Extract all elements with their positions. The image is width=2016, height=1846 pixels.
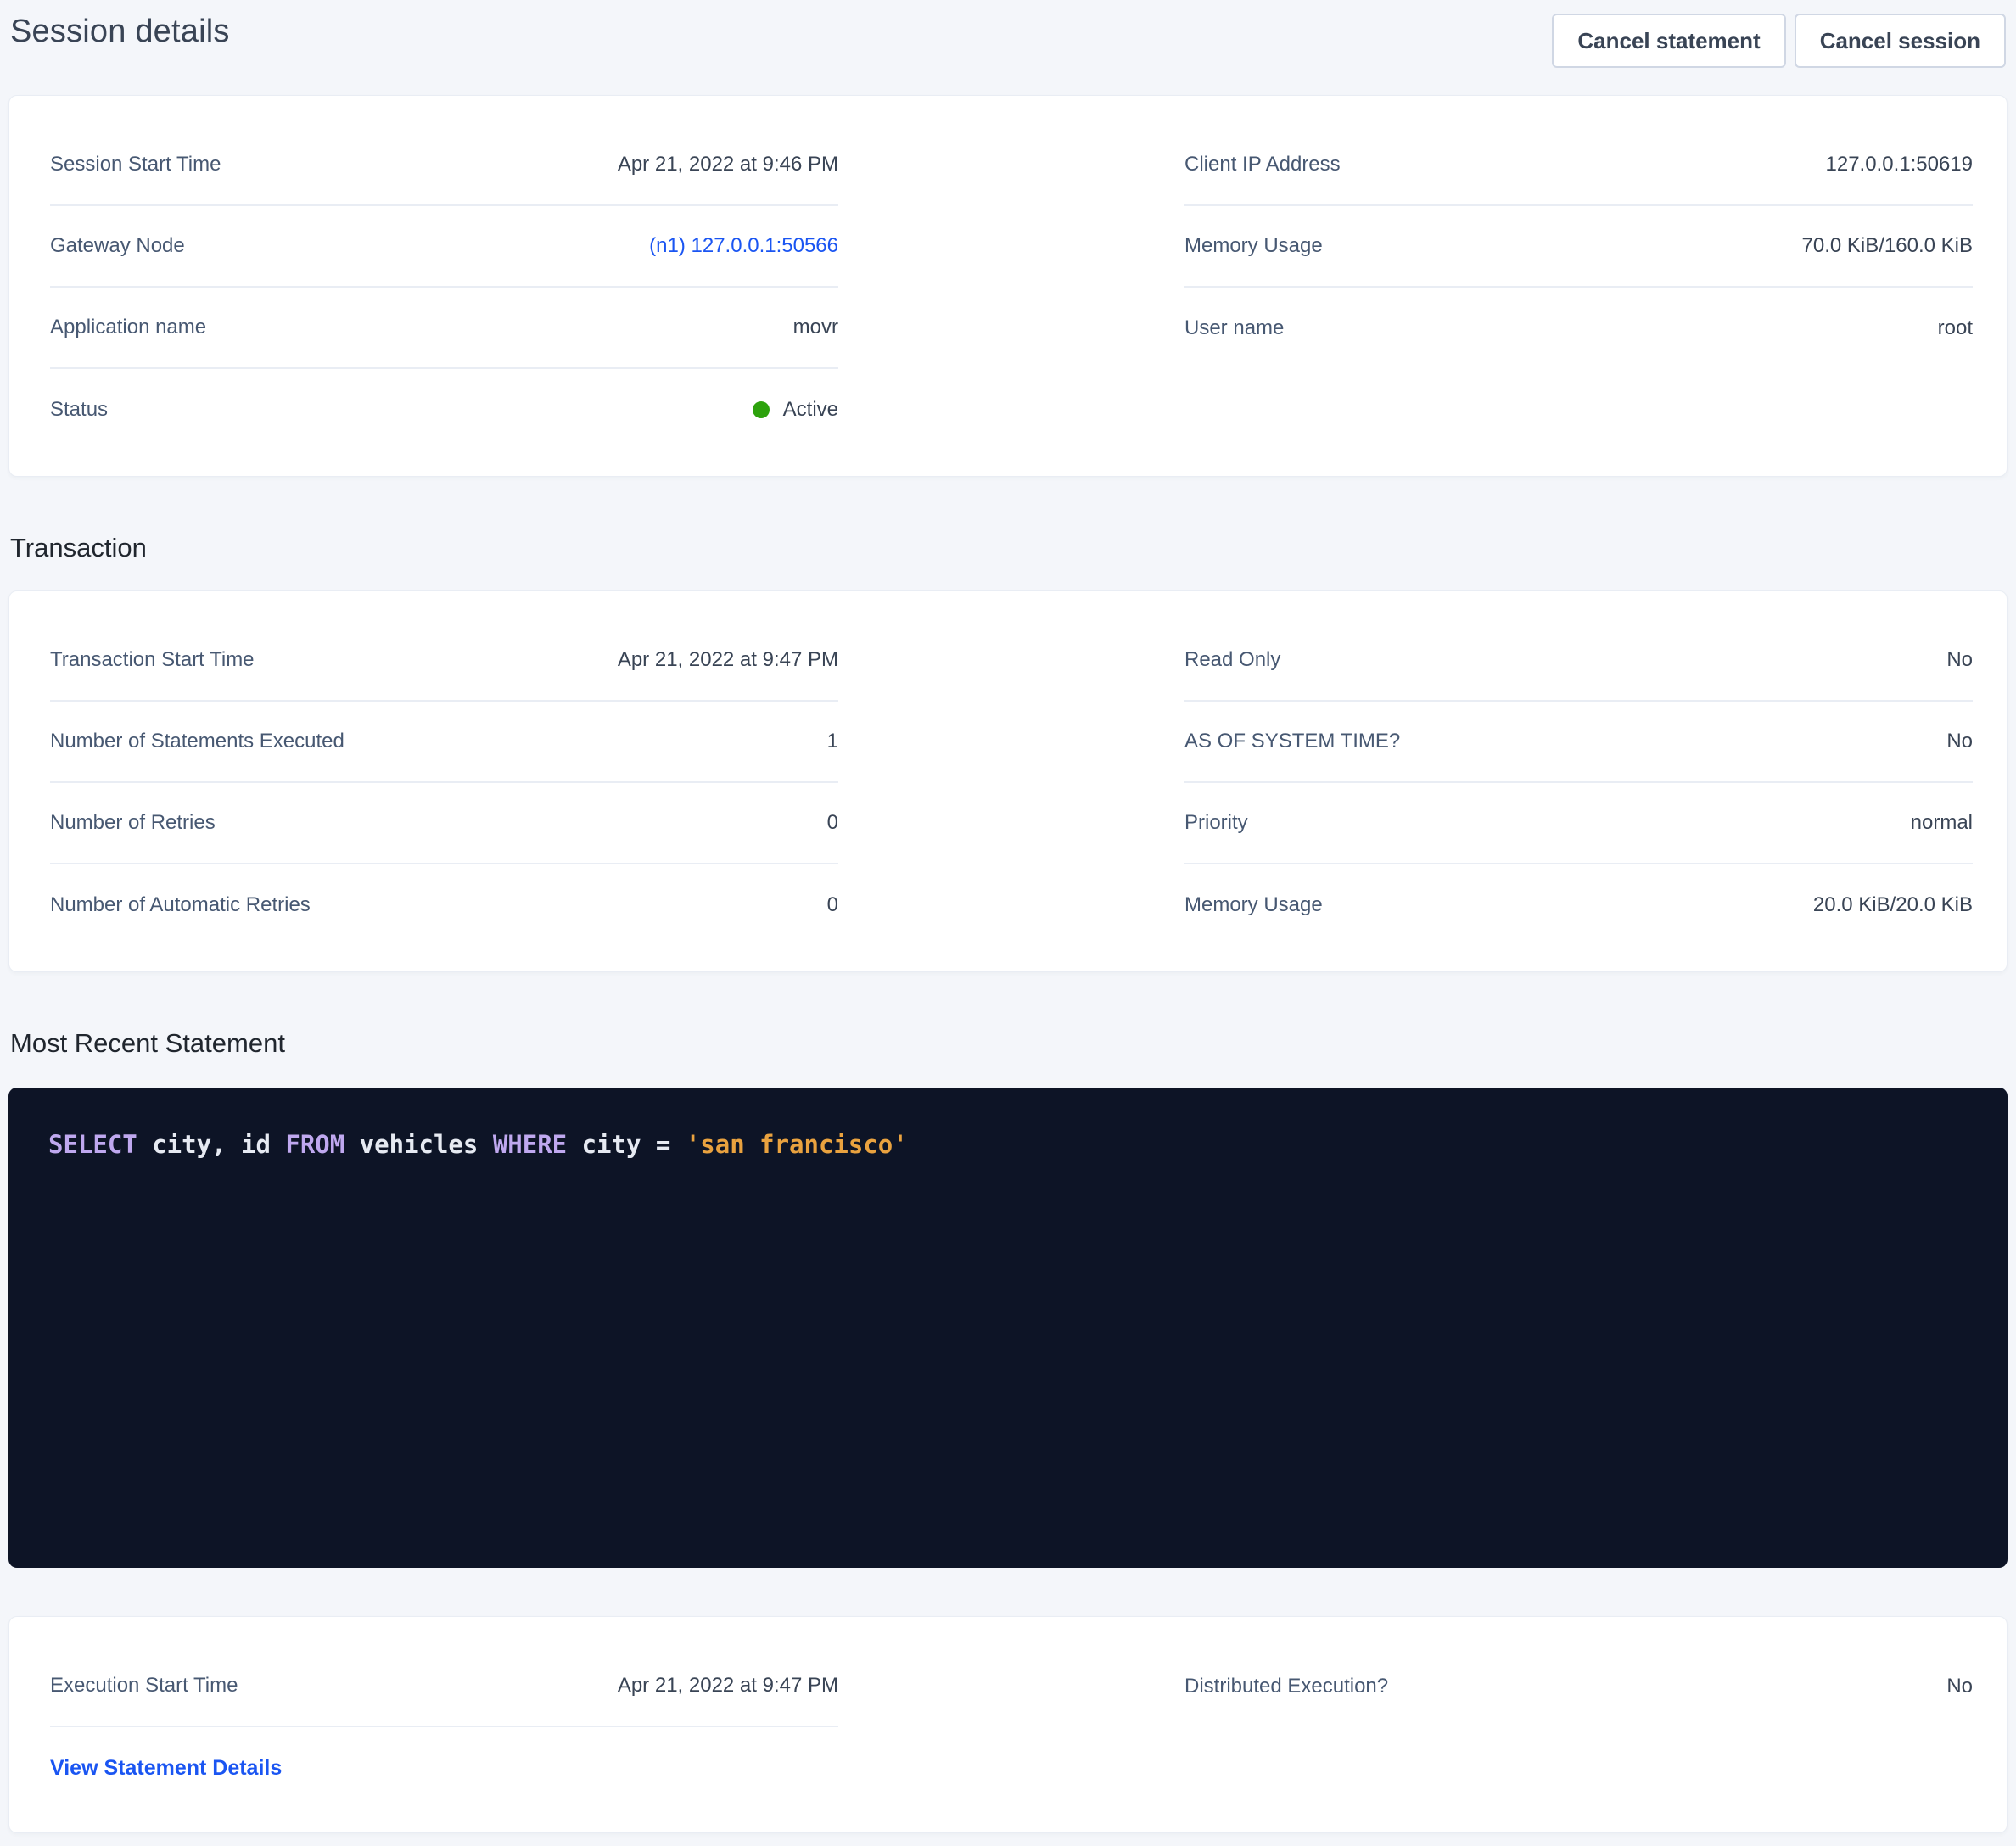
most-recent-statement-title: Most Recent Statement (10, 1026, 2008, 1060)
execution-left-column: Execution Start Time Apr 21, 2022 at 9:4… (50, 1646, 838, 1809)
sql-plain: city, id (137, 1130, 286, 1159)
row-value: 0 (827, 893, 838, 917)
table-row-distributed-execution: Distributed Execution? No (1184, 1646, 1973, 1727)
row-value: normal (1911, 811, 1973, 835)
view-statement-details-row: View Statement Details (50, 1727, 838, 1809)
session-left-column: Session Start Time Apr 21, 2022 at 9:46 … (50, 125, 838, 450)
table-row-gateway-node: Gateway Node (n1) 127.0.0.1:50566 (50, 206, 838, 288)
table-row-application-name: Application name movr (50, 288, 838, 369)
sql-plain: city = (567, 1130, 686, 1159)
header-buttons: Cancel statement Cancel session (1552, 14, 2006, 68)
row-label: Memory Usage (1184, 234, 1323, 258)
status-badge: Active (753, 398, 838, 422)
table-row-statements-executed: Number of Statements Executed 1 (50, 702, 838, 783)
gateway-node-link[interactable]: (n1) 127.0.0.1:50566 (649, 234, 838, 258)
row-value: No (1946, 730, 1973, 753)
status-text: Active (783, 398, 838, 422)
transaction-left-column: Transaction Start Time Apr 21, 2022 at 9… (50, 620, 838, 946)
session-details-page: Session details Cancel statement Cancel … (0, 0, 2016, 1833)
row-value: Apr 21, 2022 at 9:46 PM (618, 153, 838, 176)
table-row-execution-start-time: Execution Start Time Apr 21, 2022 at 9:4… (50, 1646, 838, 1727)
row-label: Execution Start Time (50, 1674, 238, 1698)
row-label: Memory Usage (1184, 893, 1323, 917)
table-row-retries: Number of Retries 0 (50, 783, 838, 864)
transaction-section-title: Transaction (10, 531, 2008, 565)
sql-keyword: FROM (285, 1130, 344, 1159)
row-value: movr (793, 316, 838, 339)
table-row-read-only: Read Only No (1184, 620, 1973, 702)
transaction-card: Transaction Start Time Apr 21, 2022 at 9… (8, 590, 2008, 972)
row-value: root (1938, 316, 1973, 340)
row-label: Status (50, 398, 108, 422)
execution-card: Execution Start Time Apr 21, 2022 at 9:4… (8, 1616, 2008, 1833)
page-header: Session details Cancel statement Cancel … (8, 14, 2008, 68)
session-summary-grid: Session Start Time Apr 21, 2022 at 9:46 … (50, 125, 1973, 450)
cancel-session-button[interactable]: Cancel session (1795, 14, 2006, 68)
row-label: Session Start Time (50, 153, 221, 176)
table-row-as-of-system-time: AS OF SYSTEM TIME? No (1184, 702, 1973, 783)
sql-keyword: SELECT (48, 1130, 137, 1159)
row-label: Gateway Node (50, 234, 185, 258)
row-label: Read Only (1184, 648, 1280, 672)
sql-statement-box: SELECT city, id FROM vehicles WHERE city… (8, 1088, 2008, 1568)
row-label: Transaction Start Time (50, 648, 255, 672)
row-value: Apr 21, 2022 at 9:47 PM (618, 1674, 838, 1698)
row-label: Number of Statements Executed (50, 730, 344, 753)
execution-grid: Execution Start Time Apr 21, 2022 at 9:4… (50, 1646, 1973, 1809)
status-active-dot-icon (753, 401, 770, 418)
table-row-client-ip: Client IP Address 127.0.0.1:50619 (1184, 125, 1973, 206)
row-label: Application name (50, 316, 206, 339)
table-row-session-start-time: Session Start Time Apr 21, 2022 at 9:46 … (50, 125, 838, 206)
row-label: Client IP Address (1184, 153, 1341, 176)
row-label: Number of Retries (50, 811, 216, 835)
table-row-priority: Priority normal (1184, 783, 1973, 864)
execution-right-column: Distributed Execution? No (1184, 1646, 1973, 1809)
page-title: Session details (10, 14, 230, 50)
row-label: Distributed Execution? (1184, 1675, 1388, 1698)
transaction-right-column: Read Only No AS OF SYSTEM TIME? No Prior… (1184, 620, 1973, 946)
session-right-column: Client IP Address 127.0.0.1:50619 Memory… (1184, 125, 1973, 450)
row-label: AS OF SYSTEM TIME? (1184, 730, 1400, 753)
sql-keyword: WHERE (493, 1130, 567, 1159)
row-label: Number of Automatic Retries (50, 893, 311, 917)
transaction-grid: Transaction Start Time Apr 21, 2022 at 9… (50, 620, 1973, 946)
row-value: 70.0 KiB/160.0 KiB (1802, 234, 1973, 258)
sql-string-literal: 'san francisco' (686, 1130, 908, 1159)
row-label: User name (1184, 316, 1284, 340)
table-row-memory-usage: Memory Usage 70.0 KiB/160.0 KiB (1184, 206, 1973, 288)
row-value: No (1946, 648, 1973, 672)
row-value: 20.0 KiB/20.0 KiB (1813, 893, 1973, 917)
row-value: No (1946, 1675, 1973, 1698)
table-row-txn-memory-usage: Memory Usage 20.0 KiB/20.0 KiB (1184, 864, 1973, 946)
row-value: 0 (827, 811, 838, 835)
row-value: 1 (827, 730, 838, 753)
session-summary-card: Session Start Time Apr 21, 2022 at 9:46 … (8, 95, 2008, 477)
view-statement-details-link[interactable]: View Statement Details (50, 1756, 282, 1781)
row-label: Priority (1184, 811, 1248, 835)
table-row-user-name: User name root (1184, 288, 1973, 369)
table-row-automatic-retries: Number of Automatic Retries 0 (50, 864, 838, 946)
table-row-status: Status Active (50, 369, 838, 450)
cancel-statement-button[interactable]: Cancel statement (1552, 14, 1785, 68)
table-row-txn-start-time: Transaction Start Time Apr 21, 2022 at 9… (50, 620, 838, 702)
sql-statement-text: SELECT city, id FROM vehicles WHERE city… (48, 1128, 1974, 1161)
sql-plain: vehicles (344, 1130, 493, 1159)
row-value: 127.0.0.1:50619 (1826, 153, 1974, 176)
row-value: Apr 21, 2022 at 9:47 PM (618, 648, 838, 672)
